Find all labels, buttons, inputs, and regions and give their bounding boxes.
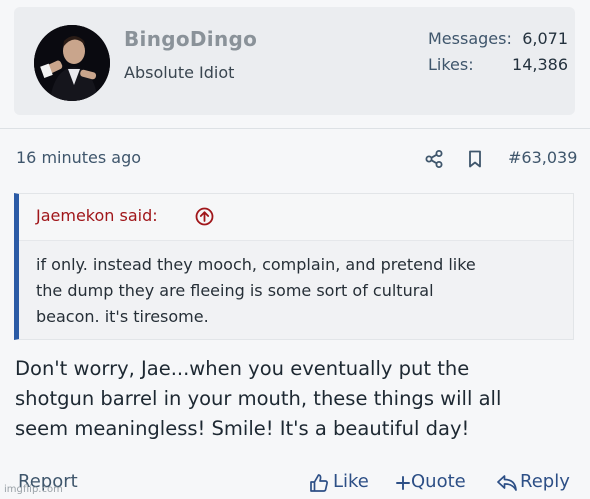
like-label: Like <box>333 471 369 492</box>
stat-likes: Likes: 14,386 <box>428 55 568 81</box>
message-line: shotgun barrel in your mouth, these thin… <box>15 387 502 410</box>
bookmark-icon[interactable] <box>467 150 483 168</box>
post-message: Don't worry, Jae...when you eventually p… <box>15 354 580 444</box>
quote-header: Jaemekon said: <box>19 194 573 241</box>
quote-author[interactable]: Jaemekon said: <box>36 206 158 225</box>
quote-line: if only. instead they mooch, complain, a… <box>36 255 476 274</box>
user-title: Absolute Idiot <box>124 63 235 82</box>
user-card: BingoDingo Absolute Idiot Messages: 6,07… <box>14 7 575 115</box>
like-button[interactable]: Like <box>309 471 369 492</box>
avatar[interactable] <box>34 25 110 101</box>
quote-label: Quote <box>411 471 466 492</box>
message-line: Don't worry, Jae...when you eventually p… <box>15 357 470 380</box>
quote-block: Jaemekon said: if only. instead they moo… <box>14 193 574 340</box>
message-line: seem meaningless! Smile! It's a beautifu… <box>15 417 470 440</box>
divider <box>0 128 590 129</box>
post-actions: Report Like Quote Reply <box>0 468 590 498</box>
stat-value: 6,071 <box>522 29 568 48</box>
share-icon[interactable] <box>425 150 443 168</box>
post-number[interactable]: #63,039 <box>508 148 577 167</box>
stat-messages: Messages: 6,071 <box>428 29 568 55</box>
quote-button[interactable]: Quote <box>396 471 466 492</box>
username[interactable]: BingoDingo <box>124 27 257 51</box>
thumbs-up-icon <box>310 474 328 492</box>
stat-label: Messages: <box>428 29 512 48</box>
quote-line: the dump they are fleeing is some sort o… <box>36 281 434 300</box>
quote-text: if only. instead they mooch, complain, a… <box>36 252 566 330</box>
watermark: imgflip.com <box>4 484 63 495</box>
user-stats: Messages: 6,071 Likes: 14,386 <box>428 29 568 81</box>
reply-icon <box>497 475 517 491</box>
quote-line: beacon. it's tiresome. <box>36 307 209 326</box>
arrow-up-circle-icon[interactable] <box>195 207 214 226</box>
plus-icon <box>396 476 410 490</box>
post-timestamp[interactable]: 16 minutes ago <box>16 148 141 167</box>
stat-label: Likes: <box>428 55 474 74</box>
stat-value: 14,386 <box>512 55 568 74</box>
reply-label: Reply <box>520 471 570 492</box>
reply-button[interactable]: Reply <box>496 471 570 492</box>
